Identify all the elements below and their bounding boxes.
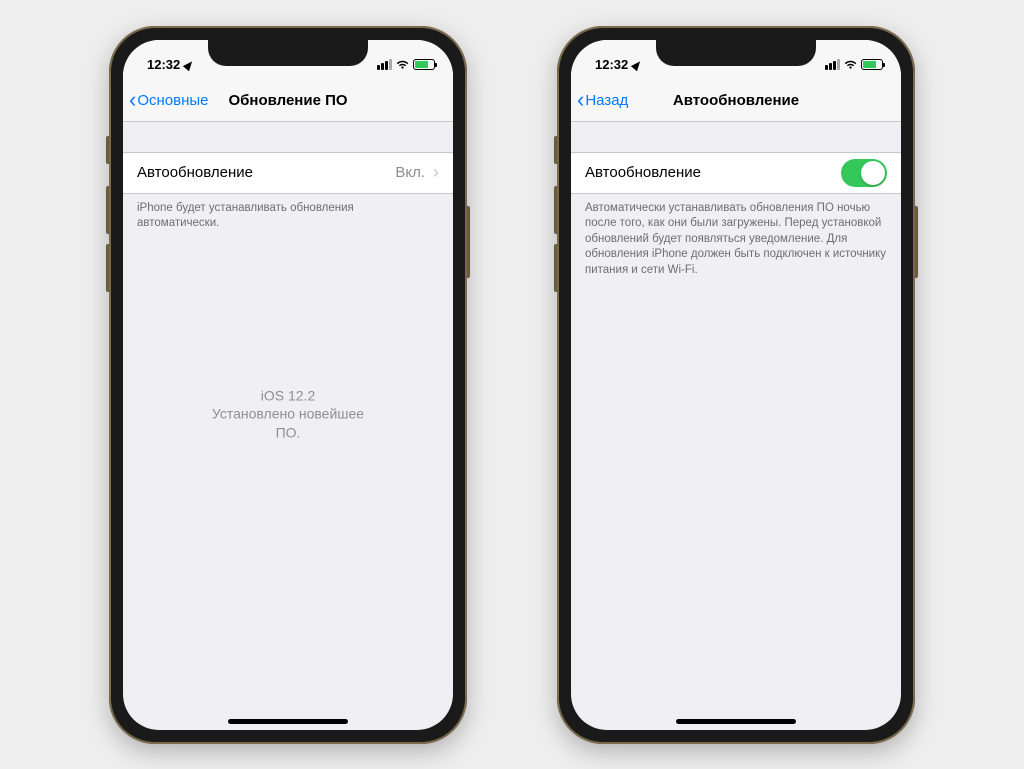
location-icon bbox=[631, 58, 643, 70]
battery-icon bbox=[413, 59, 435, 70]
battery-icon bbox=[861, 59, 883, 70]
page-title: Автообновление bbox=[673, 92, 799, 109]
cellular-signal-icon bbox=[377, 59, 392, 70]
auto-update-row[interactable]: Автообновление Вкл. › bbox=[123, 152, 453, 194]
chevron-left-icon: ‹ bbox=[577, 89, 584, 111]
ios-version: iOS 12.2 bbox=[206, 386, 371, 405]
back-button[interactable]: ‹ Назад bbox=[577, 89, 628, 111]
nav-bar: ‹ Назад Автообновление bbox=[571, 80, 901, 122]
auto-update-toggle[interactable] bbox=[841, 159, 887, 187]
notch bbox=[208, 40, 368, 66]
row-label: Автообновление bbox=[137, 164, 253, 181]
home-indicator[interactable] bbox=[676, 719, 796, 724]
cellular-signal-icon bbox=[825, 59, 840, 70]
section-footer: Автоматически устанавливать обновления П… bbox=[571, 194, 901, 279]
status-time: 12:32 bbox=[147, 57, 180, 72]
back-label: Основные bbox=[137, 92, 208, 109]
phone-mockup-right: 12:32 ‹ Назад Автообновление Автообновл bbox=[557, 26, 915, 744]
screen: 12:32 ‹ Основные Обновление ПО Автообно bbox=[123, 40, 453, 730]
wifi-icon bbox=[396, 60, 409, 70]
update-status: iOS 12.2 Установлено новейшее ПО. bbox=[206, 386, 371, 443]
chevron-right-icon: › bbox=[433, 162, 439, 183]
update-status-text: Установлено новейшее ПО. bbox=[206, 405, 371, 443]
notch bbox=[656, 40, 816, 66]
phone-mockup-left: 12:32 ‹ Основные Обновление ПО Автообно bbox=[109, 26, 467, 744]
wifi-icon bbox=[844, 60, 857, 70]
auto-update-toggle-row: Автообновление bbox=[571, 152, 901, 194]
row-label: Автообновление bbox=[585, 164, 701, 181]
page-title: Обновление ПО bbox=[228, 92, 347, 109]
chevron-left-icon: ‹ bbox=[129, 89, 136, 111]
back-button[interactable]: ‹ Основные bbox=[129, 89, 209, 111]
section-footer: iPhone будет устанавливать обновления ав… bbox=[123, 194, 453, 232]
row-value: Вкл. bbox=[395, 164, 425, 181]
content: Автообновление Вкл. › iPhone будет устан… bbox=[123, 122, 453, 730]
status-time: 12:32 bbox=[595, 57, 628, 72]
nav-bar: ‹ Основные Обновление ПО bbox=[123, 80, 453, 122]
screen: 12:32 ‹ Назад Автообновление Автообновл bbox=[571, 40, 901, 730]
back-label: Назад bbox=[585, 92, 628, 109]
home-indicator[interactable] bbox=[228, 719, 348, 724]
location-icon bbox=[183, 58, 195, 70]
content: Автообновление Автоматически устанавлива… bbox=[571, 122, 901, 730]
